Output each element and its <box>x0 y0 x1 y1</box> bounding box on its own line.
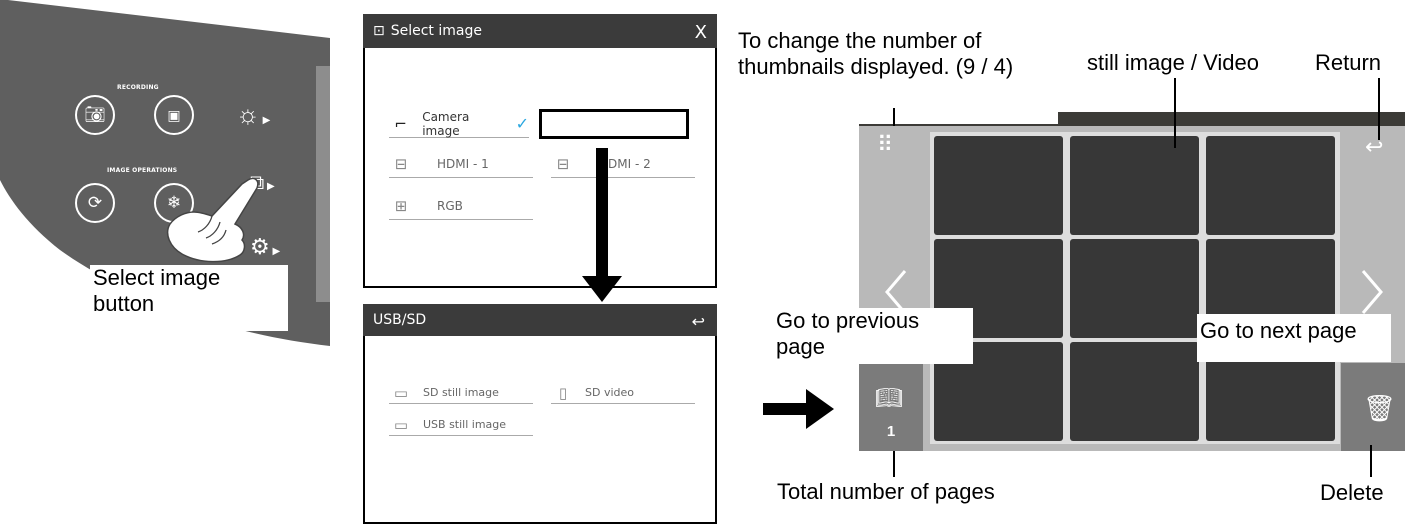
next-page-callout-text: Go to next page <box>1200 318 1357 343</box>
arrow-right-icon <box>806 389 834 429</box>
return-icon: ↩ <box>691 312 705 331</box>
thumbnail-cell[interactable] <box>1070 136 1199 235</box>
brightness-button[interactable]: ☼ ▶ <box>236 100 270 135</box>
thumbnail-grid <box>930 132 1340 444</box>
control-panel: RECORDING 📷︎ ▣ ☼ ▶ IMAGE OPERATIONS ⟳ ❄ … <box>0 0 330 350</box>
trash-icon: 🗑︎ <box>1363 393 1397 423</box>
arrow-down-shaft <box>596 148 608 282</box>
return-button[interactable]: ↩ <box>1365 134 1383 160</box>
image-icon: ▭ <box>393 383 409 402</box>
delete-callout-line <box>1370 445 1372 477</box>
thumbnail-cell[interactable] <box>934 136 1063 235</box>
prev-page-callout: Go to previous page <box>773 308 973 364</box>
video-camera-icon: ▣ <box>167 106 181 123</box>
arrow-right-icon: ▶ <box>259 115 271 126</box>
recording-label: RECORDING <box>117 84 159 91</box>
return-button[interactable]: ↩ <box>692 312 705 331</box>
source-item-label: HDMI - 1 <box>437 156 489 171</box>
page-count-button[interactable]: 📖︎ 1 <box>859 363 923 451</box>
camera-icon: 📷︎ <box>84 105 106 124</box>
rotate-icon: ⟳ <box>87 193 103 212</box>
rgb-icon: ⊞ <box>394 196 408 215</box>
grid-icon: ⠿ <box>877 132 894 157</box>
source-item-rgb[interactable]: ⊞ RGB <box>389 192 533 220</box>
usb-item-label: USB still image <box>423 418 507 431</box>
thumbnail-cell[interactable] <box>1070 342 1199 441</box>
video-record-button[interactable]: ▣ <box>154 95 194 135</box>
usb-sd-dialog-title: USB/SD <box>373 312 427 328</box>
thumbnail-cell[interactable] <box>1070 239 1199 338</box>
input-icon: ⊡ <box>373 23 385 39</box>
close-button[interactable]: X <box>695 22 707 43</box>
rotate-button[interactable]: ⟳ <box>75 183 115 223</box>
arrow-down-icon <box>582 276 622 302</box>
prev-page-callout-text: Go to previous page <box>776 308 920 359</box>
checkmark-icon: ✓ <box>515 114 529 133</box>
chevron-right-icon <box>1361 270 1383 314</box>
camera-stand-icon: ⌐ <box>394 114 407 133</box>
highlight-box <box>539 109 689 139</box>
arrow-right-icon: ▶ <box>269 246 281 257</box>
film-icon: ▯ <box>558 383 568 402</box>
delete-callout: Delete <box>1320 480 1384 505</box>
viewer-window: screen_svc ⠿ 📖︎ 1 ↩ 🗑︎ <box>859 112 1405 451</box>
still-video-callout-line <box>1174 78 1176 148</box>
source-item-label: RGB <box>437 198 463 213</box>
next-page-callout: Go to next page <box>1197 314 1391 362</box>
select-image-callout-text: Select image button <box>93 265 221 316</box>
next-page-button[interactable] <box>1359 269 1385 315</box>
hdmi-icon: ⊟ <box>556 154 570 173</box>
usb-item-label: SD video <box>585 386 634 399</box>
source-item-hdmi-2[interactable]: ⊟ HDMI - 2 <box>551 150 695 178</box>
thumbnail-cell[interactable] <box>1206 136 1335 235</box>
usb-item-sd-video[interactable]: ▯ SD video <box>551 382 695 404</box>
image-icon: ▭ <box>393 415 409 434</box>
select-image-callout: Select image button <box>90 265 288 331</box>
select-image-dialog: ⊡ Select image X ⌐ Camera image ✓ ⊟ HDMI… <box>363 14 717 288</box>
total-pages-callout: Total number of pages <box>777 479 995 504</box>
thumbnail-grid-button[interactable]: ⠿ <box>877 134 893 156</box>
source-item-label: Camera image <box>422 109 470 138</box>
arrow-right-shaft <box>763 403 811 415</box>
still-video-callout: still image / Video <box>1087 50 1260 75</box>
select-image-dialog-title: Select image <box>390 23 482 39</box>
camera-capture-button[interactable]: 📷︎ <box>75 95 115 135</box>
usb-sd-dialog-header: USB/SD ↩ <box>363 304 717 336</box>
usb-item-label: SD still image <box>423 386 499 399</box>
select-image-dialog-header: ⊡ Select image X <box>363 14 717 48</box>
return-icon: ↩ <box>1365 134 1384 159</box>
page-number: 1 <box>886 423 896 440</box>
source-item-camera[interactable]: ⌐ Camera image ✓ <box>389 110 529 138</box>
usb-sd-dialog: USB/SD ↩ ▭ SD still image ▯ SD video ▭ U… <box>363 304 717 524</box>
return-callout: Return <box>1315 50 1382 75</box>
brightness-icon: ☼ <box>236 99 260 129</box>
source-item-hdmi-1[interactable]: ⊟ HDMI - 1 <box>389 150 533 178</box>
chevron-left-icon <box>885 270 907 314</box>
usb-item-sd-still[interactable]: ▭ SD still image <box>389 382 533 404</box>
thumbnails-callout-text: To change the number of thumbnails displ… <box>738 28 1014 79</box>
book-icon: 📖︎ <box>875 385 903 410</box>
return-callout-line <box>1378 78 1380 140</box>
usb-item-usb-still[interactable]: ▭ USB still image <box>389 414 533 436</box>
thumbnails-callout-line <box>893 108 895 126</box>
hdmi-icon: ⊟ <box>394 154 408 173</box>
total-pages-callout-line <box>893 451 895 477</box>
thumbnails-callout: To change the number of thumbnails displ… <box>738 28 1058 124</box>
hand-pointer-icon <box>166 177 259 263</box>
delete-button[interactable]: 🗑︎ <box>1341 363 1405 451</box>
